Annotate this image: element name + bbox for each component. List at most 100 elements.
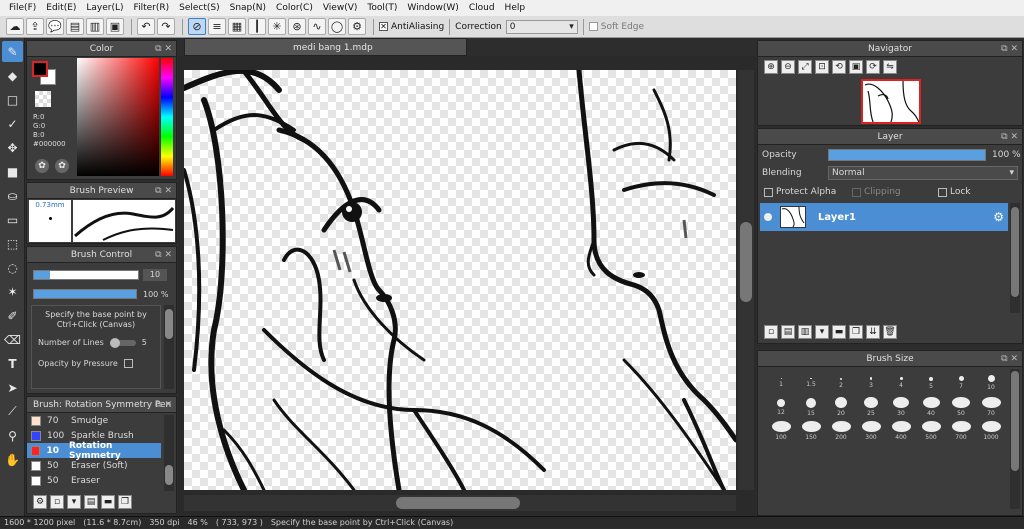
speech-bubble-icon[interactable]: 💬 bbox=[46, 18, 64, 35]
brush-control-scrollbar[interactable] bbox=[164, 305, 174, 389]
brush-item-eraser[interactable]: 50 Eraser bbox=[27, 473, 161, 488]
eye-icon[interactable] bbox=[764, 213, 772, 221]
navigator-thumbnail[interactable] bbox=[861, 79, 921, 124]
snap-off-icon[interactable]: ⊘ bbox=[188, 18, 206, 35]
brush-size-preset[interactable]: 1000 bbox=[976, 421, 1006, 441]
horizontal-scroll-thumb[interactable] bbox=[396, 497, 520, 509]
shape-fill-icon[interactable]: ■ bbox=[2, 161, 23, 182]
brush-size-preset[interactable]: 70 bbox=[976, 397, 1006, 417]
delete-layer-icon[interactable]: 🗑 bbox=[883, 325, 897, 339]
brush-size-preset[interactable]: 12 bbox=[766, 397, 796, 417]
brush-size-preset[interactable]: 20 bbox=[826, 397, 856, 417]
hand-icon[interactable]: ✋ bbox=[2, 449, 23, 470]
number-of-lines-slider[interactable] bbox=[109, 337, 136, 348]
menu-window[interactable]: Window(W) bbox=[402, 0, 463, 16]
document-tab[interactable]: medi bang 1.mdp bbox=[184, 38, 467, 56]
menu-select[interactable]: Select(S) bbox=[174, 0, 225, 16]
layer-opacity-slider[interactable] bbox=[828, 149, 986, 161]
brush-size-preset[interactable]: 300 bbox=[856, 421, 886, 441]
brush-size-scrollbar[interactable] bbox=[1010, 369, 1020, 509]
brush-size-preset[interactable]: 7 bbox=[946, 373, 976, 393]
lasso-icon[interactable]: ◌ bbox=[2, 257, 23, 278]
brush-tool-icon[interactable]: ✎ bbox=[2, 41, 23, 62]
folder-icon[interactable]: ▬ bbox=[832, 325, 846, 339]
hue-slider[interactable] bbox=[161, 58, 173, 176]
lock-option[interactable]: Lock bbox=[938, 187, 971, 197]
menu-filter[interactable]: Filter(R) bbox=[129, 0, 175, 16]
divide-tool-icon[interactable]: ⟋ bbox=[2, 401, 23, 422]
gear-icon[interactable]: ⚙ bbox=[993, 210, 1004, 224]
layer-row[interactable]: Layer1 ⚙ bbox=[760, 203, 1008, 231]
document-icon[interactable]: ▥ bbox=[86, 18, 104, 35]
brush-size-preset[interactable]: 100 bbox=[766, 421, 796, 441]
save-icon[interactable]: ▣ bbox=[106, 18, 124, 35]
soft-edge-checkbox[interactable] bbox=[588, 22, 598, 31]
snap-curve-icon[interactable]: ∿ bbox=[308, 18, 326, 35]
cloud-icon[interactable]: ☁ bbox=[6, 18, 24, 35]
dot-tool-icon[interactable]: □ bbox=[2, 89, 23, 110]
menu-layer[interactable]: Layer(L) bbox=[81, 0, 128, 16]
protect-alpha-option[interactable]: Protect Alpha bbox=[764, 187, 852, 197]
brush-size-preset[interactable]: 15 bbox=[796, 397, 826, 417]
panel-controls-icon[interactable]: ⧉ ✕ bbox=[1001, 129, 1018, 145]
duplicate-layer-icon[interactable]: ❐ bbox=[849, 325, 863, 339]
brush-item-smudge[interactable]: 70 Smudge bbox=[27, 413, 161, 428]
fit-icon[interactable]: ⤢ bbox=[798, 60, 812, 74]
new-8bit-layer-icon[interactable]: ▥ bbox=[798, 325, 812, 339]
brush-size-preset[interactable]: 3 bbox=[856, 373, 886, 393]
eyedropper-icon[interactable]: ⚲ bbox=[2, 425, 23, 446]
rotate-right-icon[interactable]: ⟳ bbox=[866, 60, 880, 74]
flip-icon[interactable]: ⇋ bbox=[883, 60, 897, 74]
antialiasing-option[interactable]: ✕ AntiAliasing bbox=[379, 22, 444, 32]
menu-edit[interactable]: Edit(E) bbox=[41, 0, 81, 16]
copy-brush-icon[interactable]: ▤ bbox=[84, 495, 98, 509]
check-pen-icon[interactable]: ✓ bbox=[2, 113, 23, 134]
bucket-icon[interactable]: ⛀ bbox=[2, 185, 23, 206]
brush-size-preset[interactable]: 500 bbox=[916, 421, 946, 441]
share-icon[interactable]: ⇪ bbox=[26, 18, 44, 35]
brush-size-preset[interactable]: 400 bbox=[886, 421, 916, 441]
operation-icon[interactable]: ➤ bbox=[2, 377, 23, 398]
brush-size-preset[interactable]: 10 bbox=[976, 373, 1006, 393]
brush-size-preset[interactable]: 1 bbox=[766, 373, 796, 393]
duplicate-icon[interactable]: ❐ bbox=[118, 495, 132, 509]
menu-tool[interactable]: Tool(T) bbox=[362, 0, 402, 16]
clipping-option[interactable]: Clipping bbox=[852, 187, 938, 197]
zoom-in-icon[interactable]: ⊕ bbox=[764, 60, 778, 74]
folder-icon[interactable]: ▬ bbox=[101, 495, 115, 509]
brush-opacity-slider[interactable] bbox=[33, 289, 137, 299]
eraser-tool-icon[interactable]: ◆ bbox=[2, 65, 23, 86]
snap-circle-icon[interactable]: ◯ bbox=[328, 18, 346, 35]
opacity-pressure-checkbox[interactable] bbox=[123, 359, 133, 368]
brush-size-preset[interactable]: 4 bbox=[886, 373, 916, 393]
brush-size-preset[interactable]: 30 bbox=[886, 397, 916, 417]
panel-controls-icon[interactable]: ⧉ ✕ bbox=[155, 183, 172, 199]
brush-size-preset[interactable]: 40 bbox=[916, 397, 946, 417]
snap-vertical-icon[interactable]: ┃ bbox=[248, 18, 266, 35]
snap-parallel-icon[interactable]: ≡ bbox=[208, 18, 226, 35]
menu-view[interactable]: View(V) bbox=[318, 0, 363, 16]
redo-icon[interactable]: ↷ bbox=[157, 18, 175, 35]
menu-color[interactable]: Color(C) bbox=[271, 0, 318, 16]
new-layer-menu-icon[interactable]: ▾ bbox=[815, 325, 829, 339]
zoom-out-icon[interactable]: ⊖ bbox=[781, 60, 795, 74]
page-icon[interactable]: ▤ bbox=[66, 18, 84, 35]
protect-alpha-checkbox[interactable] bbox=[764, 187, 773, 197]
layer-scrollbar[interactable] bbox=[1010, 203, 1020, 313]
gear-icon[interactable]: ⚙ bbox=[33, 495, 47, 509]
vertical-scroll-thumb[interactable] bbox=[740, 222, 752, 302]
new-brush-icon[interactable]: ▫ bbox=[50, 495, 64, 509]
brush-size-preset[interactable]: 150 bbox=[796, 421, 826, 441]
drawing-canvas[interactable] bbox=[184, 70, 736, 490]
transparent-swatch[interactable] bbox=[35, 91, 51, 107]
brush-size-preset[interactable]: 1.5 bbox=[796, 373, 826, 393]
undo-icon[interactable]: ↶ bbox=[137, 18, 155, 35]
actual-size-icon[interactable]: ⊡ bbox=[815, 60, 829, 74]
panel-controls-icon[interactable]: ⧉ ✕ bbox=[1001, 41, 1018, 57]
new-halftone-layer-icon[interactable]: ▤ bbox=[781, 325, 795, 339]
magic-wand-icon[interactable]: ✶ bbox=[2, 281, 23, 302]
menu-help[interactable]: Help bbox=[500, 0, 531, 16]
brush-menu-icon[interactable]: ▾ bbox=[67, 495, 81, 509]
clipping-checkbox[interactable] bbox=[852, 187, 861, 197]
select-pen-icon[interactable]: ✐ bbox=[2, 305, 23, 326]
